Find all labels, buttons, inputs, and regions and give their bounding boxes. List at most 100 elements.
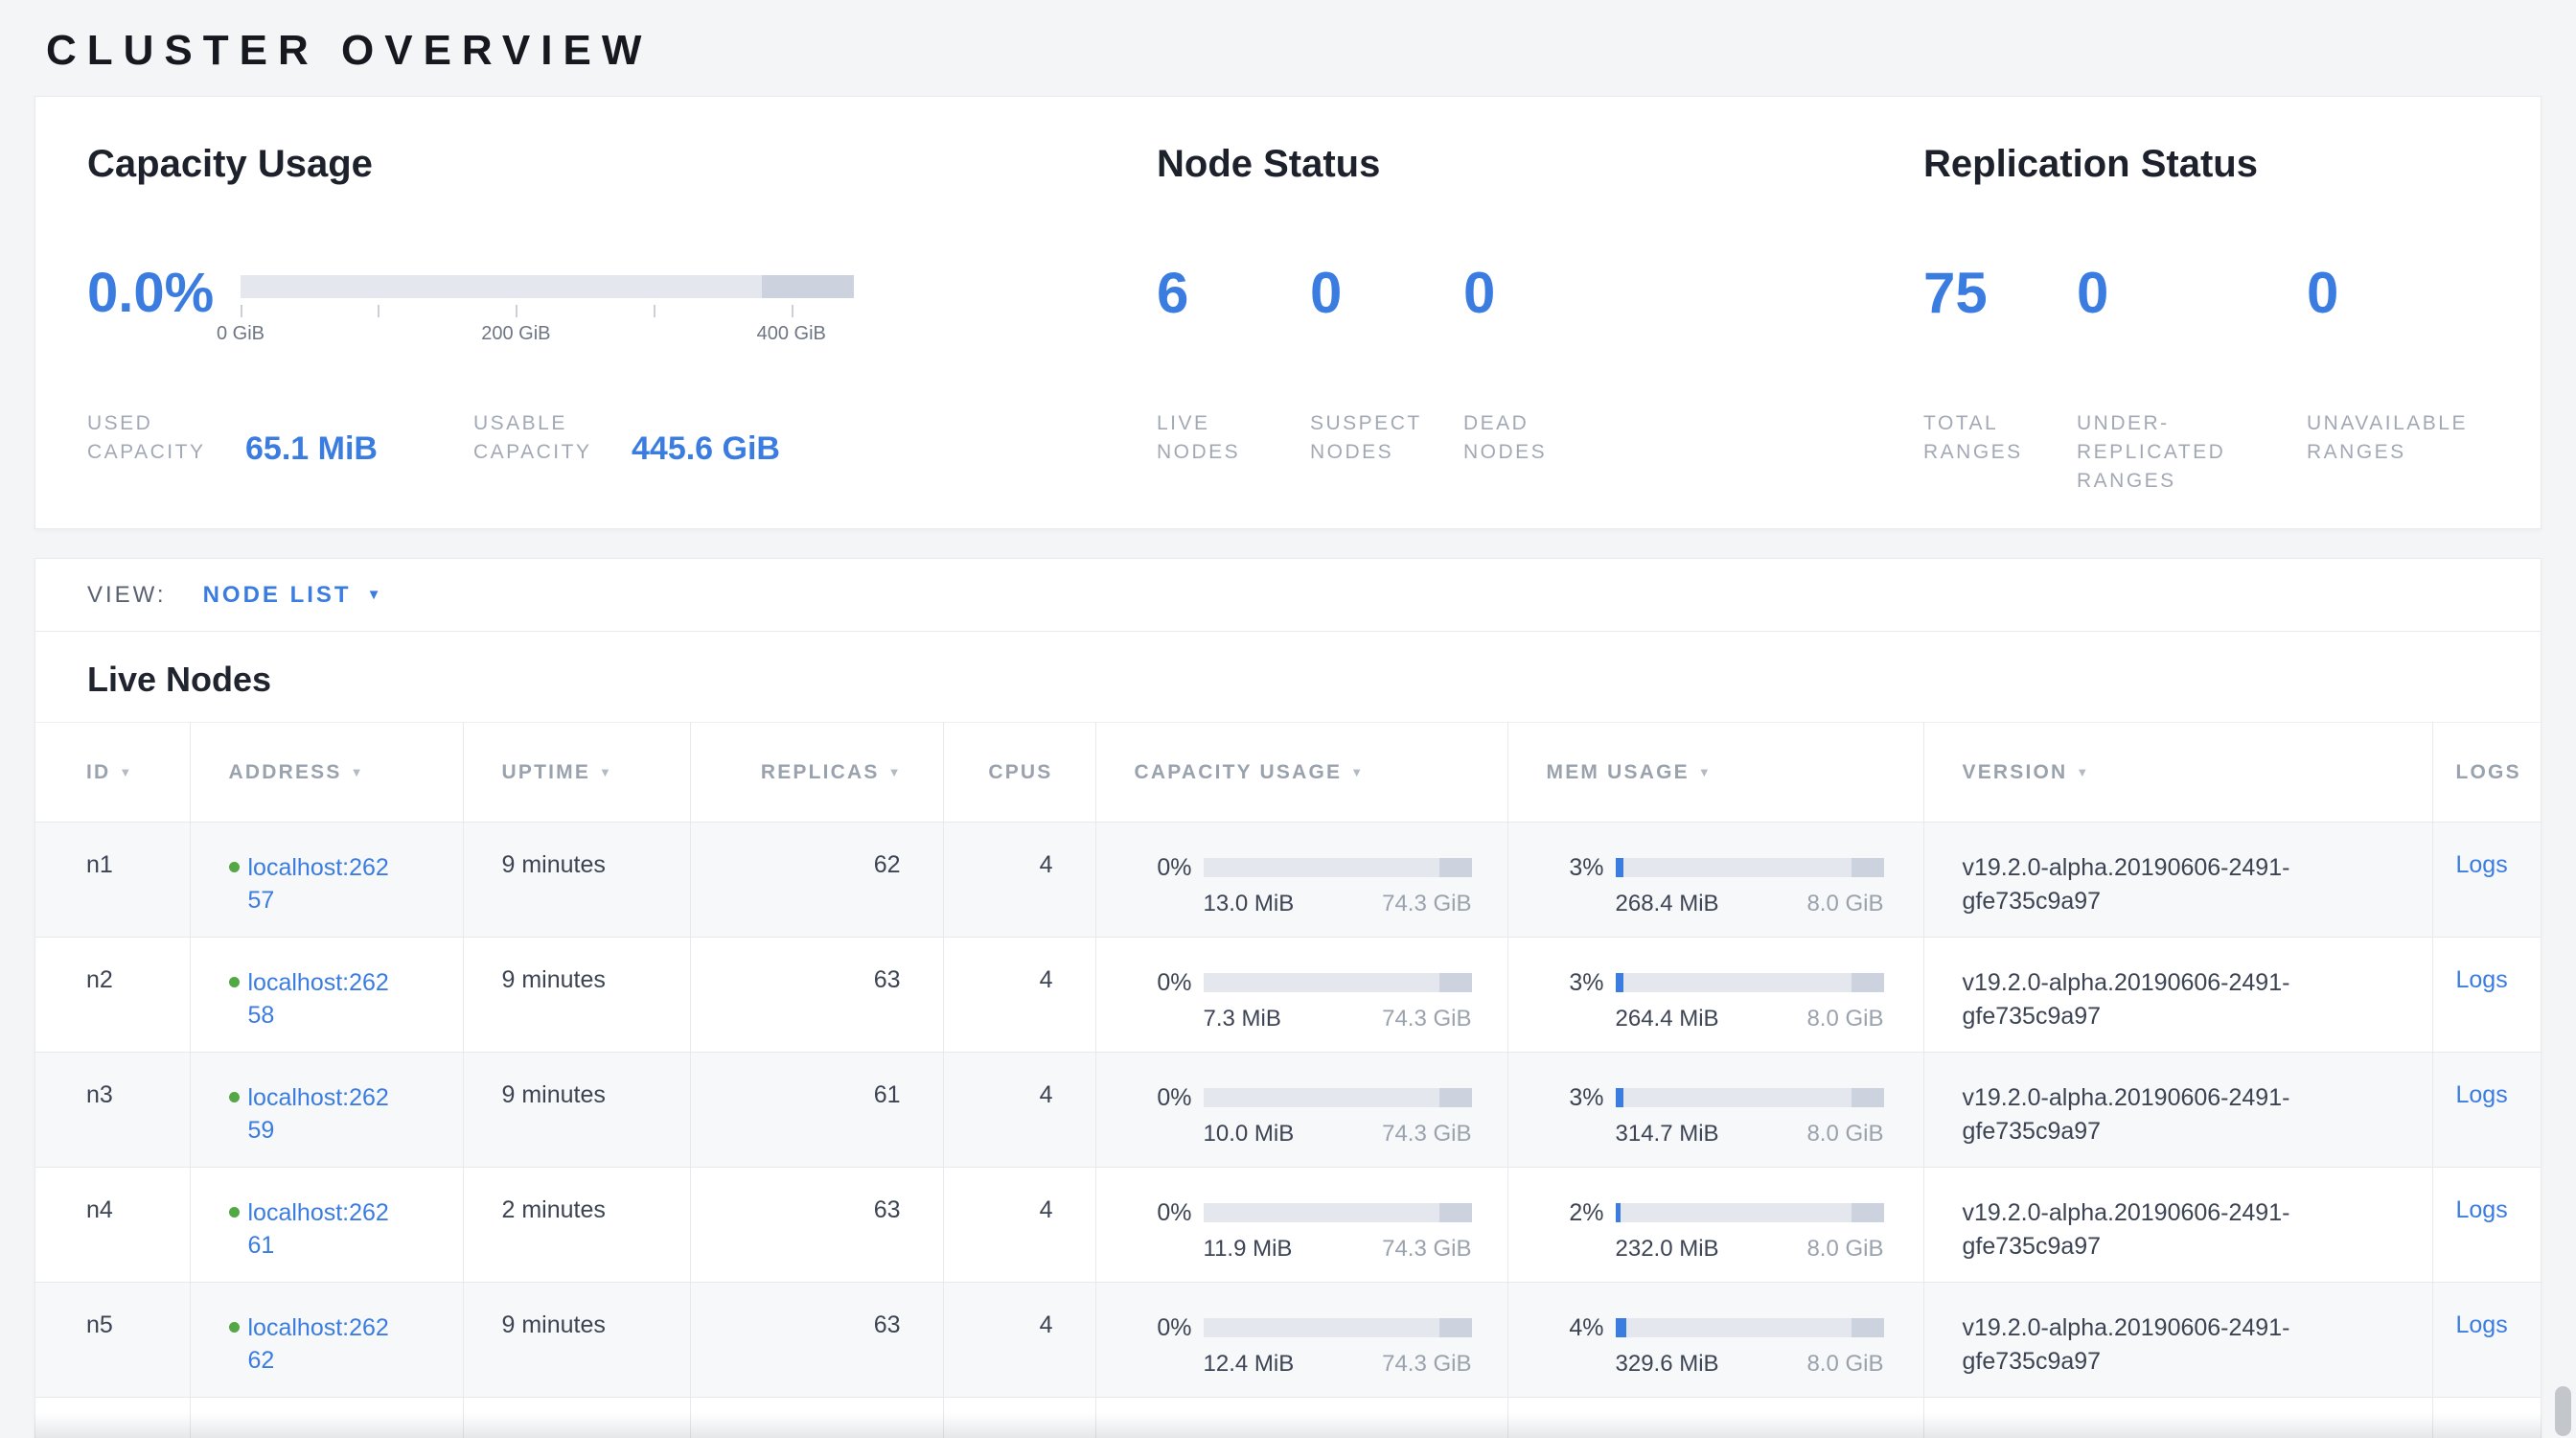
node-status-section: Node Status 6 LIVE NODES 0 SUSPECT NODES… [1157,141,1770,490]
mem-used-value: 314.7 MiB [1616,1121,1719,1148]
uptime-cell: 9 minutes [463,938,690,1053]
scrollbar-thumb[interactable] [2555,1386,2571,1436]
sort-icon: ▼ [351,765,363,779]
table-row: n1 localhost:26257 9 minutes 62 4 0% 13.… [35,823,2541,938]
capacity-stats-row: USED CAPACITY 65.1 MiB USABLE CAPACITY 4… [87,409,1084,467]
version-cell [1923,1398,2432,1438]
node-address-cell [190,1398,463,1438]
node-address-link[interactable]: localhost:26261 [248,1196,400,1262]
column-header-mem-usage[interactable]: MEM USAGE▼ [1507,723,1923,823]
capacity-total-value: 74.3 GiB [1382,1006,1471,1032]
sort-icon: ▼ [2076,765,2088,779]
capacity-usage-cell [1095,1398,1507,1438]
capacity-usage-cell: 0% 10.0 MiB74.3 GiB [1095,1053,1507,1168]
mem-used-value: 264.4 MiB [1616,1006,1719,1032]
usage-bar-reserved [1852,1203,1884,1222]
cpus-cell: 4 [943,1283,1095,1398]
usable-capacity-label: USABLE CAPACITY [473,409,617,467]
logs-link[interactable]: Logs [2456,966,2508,993]
used-capacity-label: USED CAPACITY [87,409,231,467]
usage-bar-used [1616,973,1623,992]
gauge-tick-label: 200 GiB [481,323,550,345]
capacity-usage-cell: 0% 12.4 MiB74.3 GiB [1095,1283,1507,1398]
live-status-dot [229,1207,240,1218]
usable-capacity-stat: USABLE CAPACITY 445.6 GiB [473,409,799,467]
uptime-cell [463,1398,690,1438]
unavailable-ranges-stat: 0 UNAVAILABLE RANGES [2307,264,2537,496]
column-header-capacity-usage[interactable]: CAPACITY USAGE ▼ [1095,723,1507,823]
mem-percent-value: 3% [1547,969,1604,997]
table-row: n5 localhost:26262 9 minutes 63 4 0% 12.… [35,1283,2541,1398]
sort-icon: ▼ [599,765,611,779]
replicas-cell: 62 [690,823,943,938]
logs-cell: Logs [2432,823,2541,938]
column-header-uptime[interactable]: UPTIME▼ [463,723,690,823]
mem-usage-cell: 4% 329.6 MiB8.0 GiB [1507,1283,1923,1398]
table-row: n2 localhost:26258 9 minutes 63 4 0% 7.3… [35,938,2541,1053]
mem-used-value: 268.4 MiB [1616,891,1719,917]
node-address-cell: localhost:26261 [190,1168,463,1283]
capacity-percent-value: 0% [1135,969,1192,997]
node-id-cell [35,1398,190,1438]
node-address-cell: localhost:26257 [190,823,463,938]
node-address-link[interactable]: localhost:26259 [248,1081,400,1147]
logs-link[interactable]: Logs [2456,1081,2508,1108]
usage-bar-reserved [1852,1088,1884,1107]
cpus-cell: 4 [943,823,1095,938]
unavailable-ranges-label: UNAVAILABLE RANGES [2307,409,2537,467]
mem-total-value: 8.0 GiB [1806,1236,1883,1263]
column-header-logs: LOGS [2432,723,2541,823]
node-id-cell: n2 [35,938,190,1053]
column-label: ADDRESS [229,761,342,783]
capacity-used-value: 7.3 MiB [1204,1006,1281,1032]
logs-link[interactable]: Logs [2456,851,2508,878]
page-title: CLUSTER OVERVIEW [34,0,2542,96]
table-row: n4 localhost:26261 2 minutes 63 4 0% 11.… [35,1168,2541,1283]
logs-link[interactable]: Logs [2456,1196,2508,1223]
mem-usage-bar [1616,973,1884,992]
capacity-usage-bar [1204,858,1472,877]
column-header-replicas[interactable]: REPLICAS▼ [690,723,943,823]
capacity-usage-title: Capacity Usage [87,141,1084,187]
gauge-track [241,275,854,298]
capacity-used-value: 11.9 MiB [1204,1236,1293,1263]
replicas-cell: 63 [690,938,943,1053]
node-status-stats: 6 LIVE NODES 0 SUSPECT NODES 0 DEAD NODE… [1157,264,1770,467]
usage-bar-used [1616,1318,1626,1337]
usage-bar-used [1616,858,1623,877]
node-address-link[interactable]: localhost:26258 [248,966,400,1032]
total-ranges-label: TOTAL RANGES [1923,409,2048,467]
node-address-link[interactable]: localhost:26262 [248,1311,400,1377]
view-label: VIEW: [87,582,167,609]
table-header-row: ID▼ ADDRESS▼ UPTIME▼ REPLICAS▼ CPUS CAPA… [35,723,2541,823]
column-header-id[interactable]: ID▼ [35,723,190,823]
column-label: CAPACITY USAGE [1135,761,1343,783]
usage-bar-reserved [1852,858,1884,877]
table-row: n3 localhost:26259 9 minutes 61 4 0% 10.… [35,1053,2541,1168]
unavailable-ranges-count: 0 [2307,264,2537,323]
sort-icon: ▼ [1350,765,1363,779]
mem-usage-bar [1616,858,1884,877]
column-header-version[interactable]: VERSION ▼ [1923,723,2432,823]
uptime-cell: 9 minutes [463,823,690,938]
node-list-dropdown[interactable]: NODE LIST ▼ [203,582,381,609]
column-header-address[interactable]: ADDRESS ▼ [190,723,463,823]
mem-usage-bar [1616,1203,1884,1222]
column-label: VERSION [1963,761,2068,783]
used-capacity-stat: USED CAPACITY 65.1 MiB [87,409,413,467]
capacity-percent: 0.0% [87,264,241,323]
cpus-cell: 4 [943,938,1095,1053]
capacity-usage-cell: 0% 11.9 MiB74.3 GiB [1095,1168,1507,1283]
logs-link[interactable]: Logs [2456,1311,2508,1338]
mem-used-value: 329.6 MiB [1616,1351,1719,1378]
live-nodes-count: 6 [1157,264,1281,323]
mem-total-value: 8.0 GiB [1806,1006,1883,1032]
logs-cell [2432,1398,2541,1438]
node-address-link[interactable]: localhost:26257 [248,851,400,916]
mem-usage-cell: 3% 264.4 MiB 8.0 GiB [1507,938,1923,1053]
usage-bar-reserved [1852,1318,1884,1337]
mem-total-value: 8.0 GiB [1806,1351,1883,1378]
node-list-card: VIEW: NODE LIST ▼ Live Nodes ID▼ ADDRESS… [34,558,2542,1438]
gauge-tick [654,305,656,317]
logs-cell: Logs [2432,1283,2541,1398]
